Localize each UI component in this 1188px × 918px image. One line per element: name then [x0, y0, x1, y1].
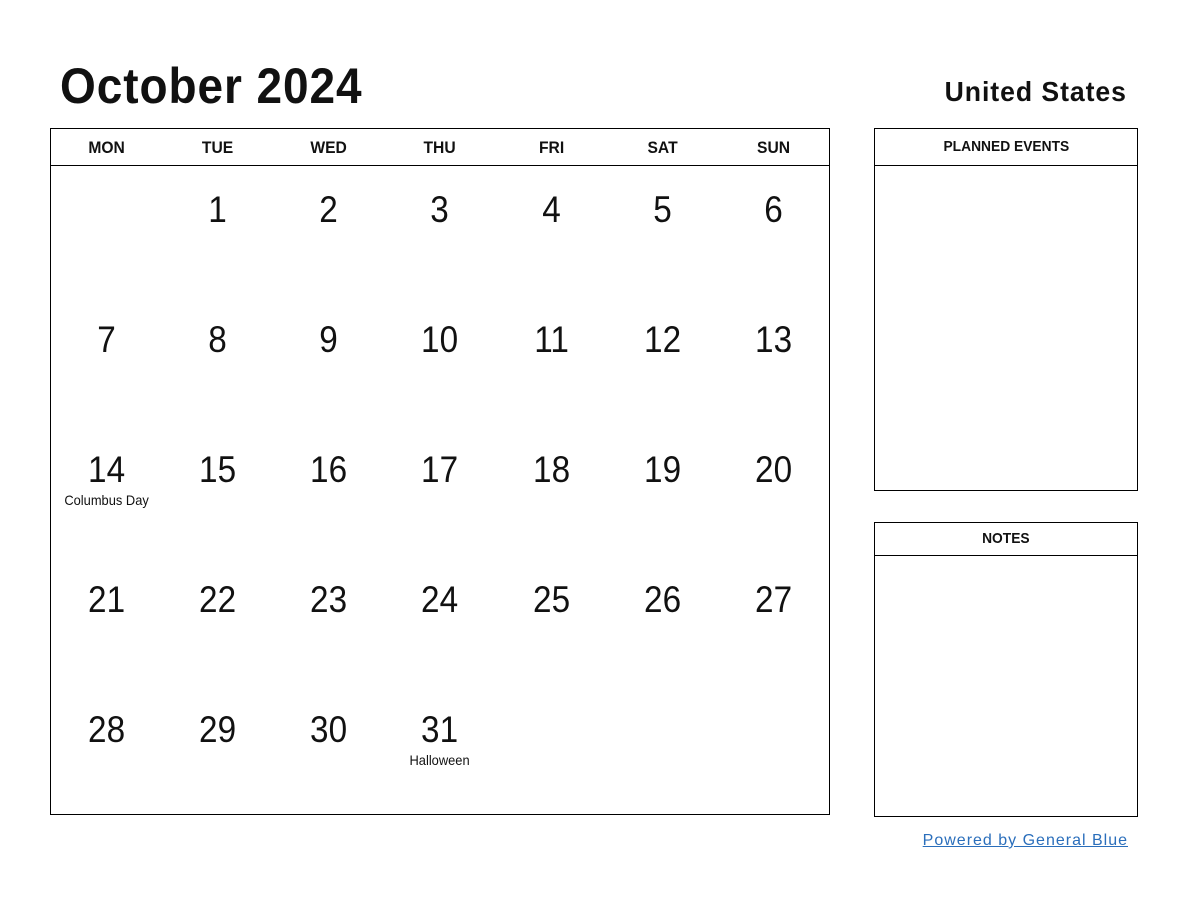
day-cell: 1: [162, 166, 273, 296]
day-cell: 23: [273, 556, 384, 686]
day-cell: 11: [496, 296, 607, 426]
day-cell: 17: [384, 426, 495, 556]
day-number: 7: [97, 319, 116, 360]
day-number: 22: [199, 579, 237, 620]
weekday-header: MON TUE WED THU FRI SAT SUN: [51, 129, 829, 166]
day-cell: 22: [162, 556, 273, 686]
day-number: 6: [764, 189, 783, 230]
day-number: 31: [421, 709, 459, 750]
day-cell: 5: [607, 166, 718, 296]
day-cell: 9: [273, 296, 384, 426]
day-number: 14: [88, 449, 126, 490]
day-number: 17: [421, 449, 459, 490]
country-label: United States: [944, 76, 1127, 107]
day-cell: 30: [273, 686, 384, 816]
day-number: 18: [532, 449, 570, 490]
day-number: 2: [319, 189, 339, 230]
day-cell: 3: [384, 166, 495, 296]
planned-events-panel: PLANNED EVENTS: [874, 128, 1138, 491]
notes-label: NOTES: [982, 530, 1030, 547]
day-number: 10: [421, 319, 459, 360]
day-number: 11: [533, 319, 569, 360]
day-cell: [607, 686, 718, 816]
day-number: 23: [310, 579, 348, 620]
day-number: 4: [541, 189, 561, 230]
day-number: 5: [653, 189, 672, 230]
day-cell: [496, 686, 607, 816]
day-number: 30: [310, 709, 348, 750]
powered-by-link[interactable]: Powered by General Blue: [923, 832, 1128, 850]
day-cell: 4: [496, 166, 607, 296]
day-cell: 12: [607, 296, 718, 426]
weekday-mon: MON: [88, 138, 125, 157]
day-cell: 7: [51, 296, 162, 426]
planned-events-label: PLANNED EVENTS: [943, 138, 1069, 155]
day-number: 1: [208, 189, 227, 230]
day-number: 15: [199, 449, 237, 490]
day-cell: 10: [384, 296, 495, 426]
day-number: 12: [643, 319, 681, 360]
weekday-sat: SAT: [647, 138, 678, 157]
weekday-wed: WED: [310, 138, 348, 157]
calendar-grid: MON TUE WED THU FRI SAT SUN 1 2 3 4 5 6 7 8 9 10 1…: [50, 128, 830, 815]
day-number: 26: [643, 579, 681, 620]
day-cell: 19: [607, 426, 718, 556]
day-cell: 15: [162, 426, 273, 556]
notes-heading: NOTES: [875, 523, 1137, 556]
day-number: 27: [754, 579, 792, 620]
day-cell: 21: [51, 556, 162, 686]
day-cell: 8: [162, 296, 273, 426]
day-cell: 25: [496, 556, 607, 686]
day-cell: [51, 166, 162, 296]
weekday-sun: SUN: [756, 138, 790, 157]
day-cell: [718, 686, 829, 816]
day-cell: 6: [718, 166, 829, 296]
calendar-body: 1 2 3 4 5 6 7 8 9 10 11 12 13 14 Columbus Day 15 16 17 18 1…: [51, 166, 829, 816]
day-cell: 27: [718, 556, 829, 686]
holiday-label: Halloween: [409, 752, 471, 768]
day-number: 19: [643, 449, 681, 490]
day-cell: 14 Columbus Day: [51, 426, 162, 556]
day-cell: 26: [607, 556, 718, 686]
planned-events-heading: PLANNED EVENTS: [875, 129, 1137, 166]
day-number: 20: [754, 449, 792, 490]
day-number: 9: [319, 319, 339, 360]
weekday-tue: TUE: [202, 138, 234, 157]
day-number: 28: [88, 709, 126, 750]
day-cell: 31 Halloween: [384, 686, 495, 816]
day-cell: 13: [718, 296, 829, 426]
day-cell: 16: [273, 426, 384, 556]
day-number: 24: [421, 579, 459, 620]
weekday-fri: FRI: [538, 138, 564, 157]
day-number: 21: [88, 579, 126, 620]
day-number: 3: [430, 189, 450, 230]
day-number: 8: [208, 319, 227, 360]
day-cell: 2: [273, 166, 384, 296]
page-title: October 2024: [60, 58, 363, 114]
day-cell: 29: [162, 686, 273, 816]
day-number: 29: [199, 709, 237, 750]
day-cell: 28: [51, 686, 162, 816]
day-number: 25: [532, 579, 570, 620]
day-cell: 18: [496, 426, 607, 556]
holiday-label: Columbus Day: [64, 492, 149, 508]
notes-panel: NOTES: [874, 522, 1138, 817]
day-cell: 24: [384, 556, 495, 686]
day-number: 13: [754, 319, 792, 360]
weekday-thu: THU: [423, 138, 457, 157]
day-number: 16: [310, 449, 348, 490]
day-cell: 20: [718, 426, 829, 556]
